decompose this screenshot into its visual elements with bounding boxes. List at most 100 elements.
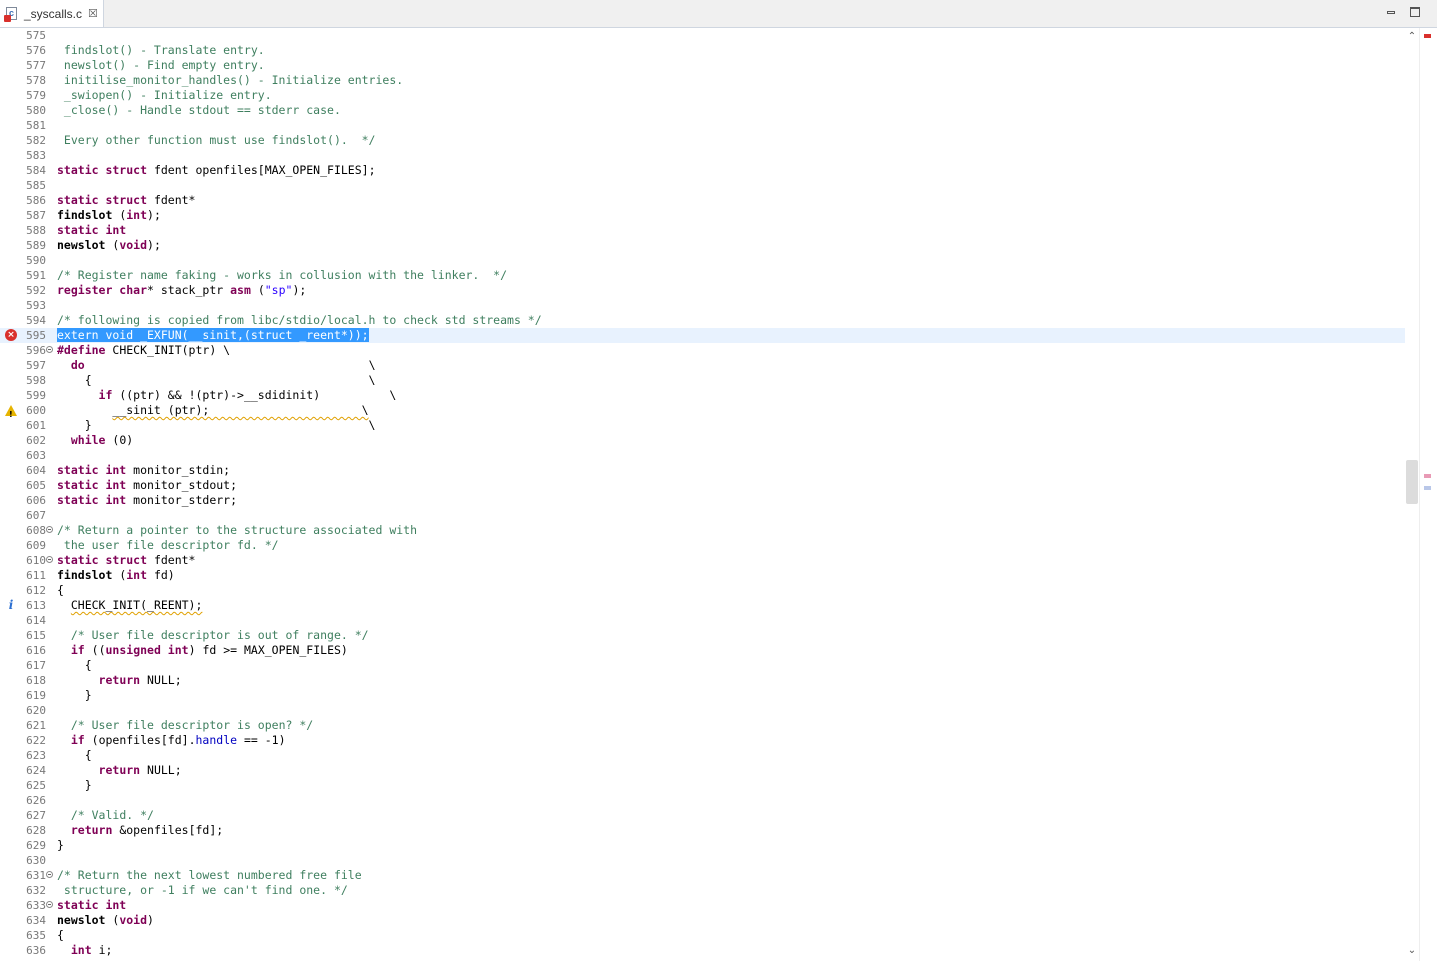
code-text[interactable]: /* following is copied from libc/stdio/l…	[57, 313, 542, 328]
info-icon[interactable]: i	[5, 599, 17, 611]
code-text[interactable]: _swiopen() - Initialize entry.	[57, 88, 272, 103]
code-line[interactable]: 616 if ((unsigned int) fd >= MAX_OPEN_FI…	[0, 643, 1405, 658]
code-line[interactable]: 623 {	[0, 748, 1405, 763]
code-text[interactable]: the user file descriptor fd. */	[57, 538, 279, 553]
close-icon[interactable]: ☒	[88, 7, 98, 20]
code-text[interactable]: /* Return the next lowest numbered free …	[57, 868, 362, 883]
code-text[interactable]: CHECK_INIT(_REENT);	[57, 598, 203, 613]
code-text[interactable]: static int	[57, 223, 126, 238]
code-line[interactable]: 589 newslot (void);	[0, 238, 1405, 253]
code-line[interactable]: 587 findslot (int);	[0, 208, 1405, 223]
code-line[interactable]: 603	[0, 448, 1405, 463]
code-text[interactable]: } \	[57, 418, 376, 433]
code-line[interactable]: 601 } \	[0, 418, 1405, 433]
code-line[interactable]: 622 if (openfiles[fd].handle == -1)	[0, 733, 1405, 748]
vertical-scrollbar[interactable]: ⌃ ⌄	[1405, 28, 1419, 961]
code-text[interactable]: findslot() - Translate entry.	[57, 43, 265, 58]
code-text[interactable]: static struct fdent*	[57, 193, 195, 208]
code-line[interactable]: 628 return &openfiles[fd];	[0, 823, 1405, 838]
code-line[interactable]: 609 the user file descriptor fd. */	[0, 538, 1405, 553]
code-text[interactable]: {	[57, 583, 64, 598]
code-text[interactable]: /* Register name faking - works in collu…	[57, 268, 507, 283]
code-text[interactable]: static struct fdent openfiles[MAX_OPEN_F…	[57, 163, 376, 178]
code-line[interactable]: 632 structure, or -1 if we can't find on…	[0, 883, 1405, 898]
maximize-icon[interactable]	[1408, 5, 1422, 19]
overview-occurrence-marker[interactable]	[1424, 486, 1431, 490]
code-text[interactable]: static int monitor_stderr;	[57, 493, 237, 508]
code-text[interactable]: if ((ptr) && !(ptr)->__sdidinit) \	[57, 388, 397, 403]
code-line[interactable]: 626	[0, 793, 1405, 808]
warning-icon[interactable]	[5, 405, 17, 422]
fold-toggle-icon[interactable]	[46, 556, 53, 563]
code-line[interactable]: 608 /* Return a pointer to the structure …	[0, 523, 1405, 538]
scroll-thumb[interactable]	[1406, 460, 1418, 504]
minimize-icon[interactable]	[1384, 5, 1398, 19]
code-line[interactable]: 619 }	[0, 688, 1405, 703]
code-line[interactable]: 602 while (0)	[0, 433, 1405, 448]
code-text[interactable]: findslot (int);	[57, 208, 161, 223]
code-line[interactable]: 635 {	[0, 928, 1405, 943]
tab-syscalls-c[interactable]: c _syscalls.c ☒	[0, 0, 104, 27]
code-text[interactable]: extern void _EXFUN(__sinit,(struct _reen…	[57, 328, 369, 343]
code-line[interactable]: 593	[0, 298, 1405, 313]
code-text[interactable]: do \	[57, 358, 376, 373]
fold-toggle-icon[interactable]	[46, 346, 53, 353]
code-line[interactable]: 597 do \	[0, 358, 1405, 373]
code-text[interactable]: /* Valid. */	[57, 808, 154, 823]
code-text[interactable]: newslot (void)	[57, 913, 154, 928]
code-text[interactable]: structure, or -1 if we can't find one. *…	[57, 883, 348, 898]
code-line[interactable]: 612 {	[0, 583, 1405, 598]
code-line[interactable]: 620	[0, 703, 1405, 718]
code-text[interactable]: }	[57, 688, 92, 703]
code-line[interactable]: 621 /* User file descriptor is open? */	[0, 718, 1405, 733]
code-line[interactable]: 583	[0, 148, 1405, 163]
code-line[interactable]: 633 static int	[0, 898, 1405, 913]
code-line[interactable]: 605 static int monitor_stdout;	[0, 478, 1405, 493]
code-line[interactable]: × 595 extern void _EXFUN(__sinit,(struct _…	[0, 328, 1405, 343]
overview-occurrence-marker[interactable]	[1424, 474, 1431, 478]
code-text[interactable]: {	[57, 658, 92, 673]
code-line[interactable]: 577 newslot() - Find empty entry.	[0, 58, 1405, 73]
code-line[interactable]: 576 findslot() - Translate entry.	[0, 43, 1405, 58]
code-line[interactable]: 611 findslot (int fd)	[0, 568, 1405, 583]
code-line[interactable]: 579 _swiopen() - Initialize entry.	[0, 88, 1405, 103]
error-icon[interactable]: ×	[5, 329, 17, 341]
code-text[interactable]: }	[57, 838, 64, 853]
code-text[interactable]: newslot() - Find empty entry.	[57, 58, 265, 73]
code-text[interactable]: return NULL;	[57, 763, 182, 778]
code-text[interactable]: static struct fdent*	[57, 553, 195, 568]
code-line[interactable]: 599 if ((ptr) && !(ptr)->__sdidinit) \	[0, 388, 1405, 403]
code-text[interactable]: findslot (int fd)	[57, 568, 175, 583]
overview-ruler[interactable]	[1419, 28, 1437, 961]
code-line[interactable]: 585	[0, 178, 1405, 193]
code-text[interactable]: static int monitor_stdin;	[57, 463, 230, 478]
code-line[interactable]: 580 _close() - Handle stdout == stderr c…	[0, 103, 1405, 118]
code-text[interactable]: return &openfiles[fd];	[57, 823, 223, 838]
code-editor[interactable]: 575 576 findslot() - Translate entry. 577 …	[0, 28, 1405, 961]
code-line[interactable]: 590	[0, 253, 1405, 268]
code-line[interactable]: 606 static int monitor_stderr;	[0, 493, 1405, 508]
code-line[interactable]: 625 }	[0, 778, 1405, 793]
code-text[interactable]: #define CHECK_INIT(ptr) \	[57, 343, 230, 358]
fold-toggle-icon[interactable]	[46, 901, 53, 908]
code-line[interactable]: 578 initilise_monitor_handles() - Initia…	[0, 73, 1405, 88]
code-line[interactable]: 610 static struct fdent*	[0, 553, 1405, 568]
code-text[interactable]: }	[57, 778, 92, 793]
code-text[interactable]: register char* stack_ptr asm ("sp");	[57, 283, 306, 298]
code-text[interactable]: {	[57, 928, 64, 943]
overview-error-marker[interactable]	[1424, 34, 1431, 38]
code-text[interactable]: if (openfiles[fd].handle == -1)	[57, 733, 286, 748]
code-line[interactable]: 630	[0, 853, 1405, 868]
code-line[interactable]: 596 #define CHECK_INIT(ptr) \	[0, 343, 1405, 358]
code-line[interactable]: 629}	[0, 838, 1405, 853]
code-text[interactable]: newslot (void);	[57, 238, 161, 253]
code-text[interactable]: initilise_monitor_handles() - Initialize…	[57, 73, 403, 88]
code-line[interactable]: 636 int i;	[0, 943, 1405, 958]
code-text[interactable]: /* Return a pointer to the structure ass…	[57, 523, 417, 538]
code-text[interactable]: if ((unsigned int) fd >= MAX_OPEN_FILES)	[57, 643, 348, 658]
code-line[interactable]: 600 __sinit (ptr); \	[0, 403, 1405, 422]
code-text[interactable]: Every other function must use findslot()…	[57, 133, 376, 148]
fold-toggle-icon[interactable]	[46, 871, 53, 878]
code-line[interactable]: 586 static struct fdent*	[0, 193, 1405, 208]
fold-toggle-icon[interactable]	[46, 526, 53, 533]
